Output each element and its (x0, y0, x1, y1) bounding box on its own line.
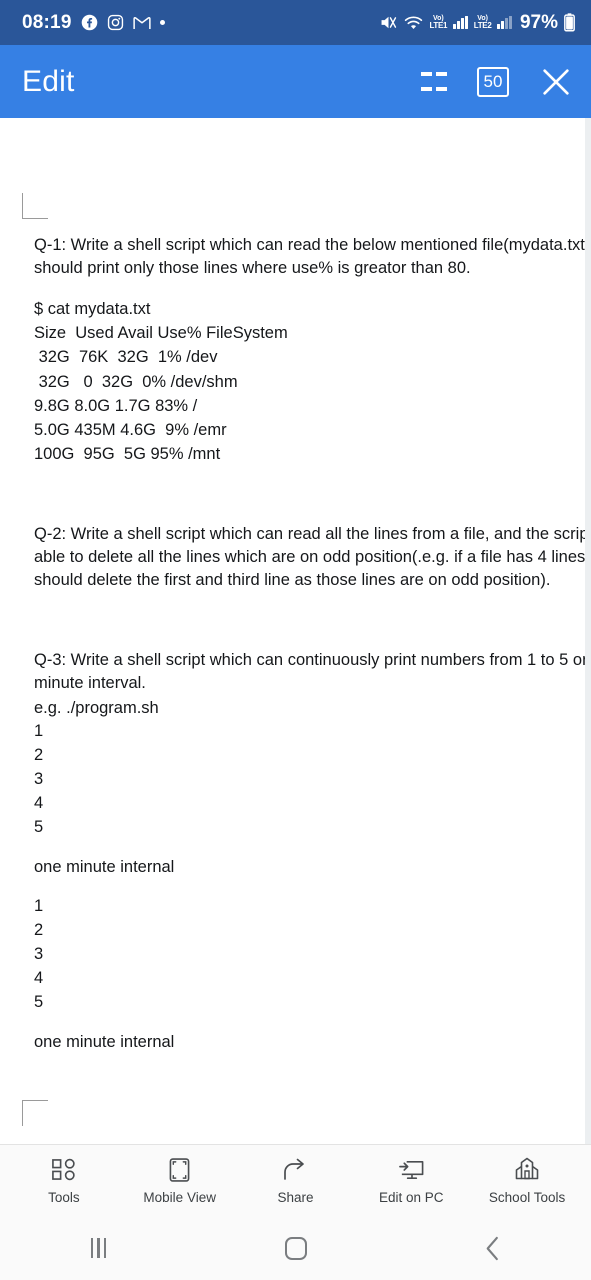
close-icon[interactable] (539, 65, 573, 99)
interval-note-second: one minute internal (34, 1032, 175, 1051)
question-1-text: Q-1: Write a shell script which can read… (34, 236, 585, 278)
grid-view-icon[interactable] (421, 69, 447, 95)
mobile-view-icon (169, 1157, 190, 1183)
shell-command: $ cat mydata.txt (34, 299, 151, 318)
app-bar: Edit 50 (0, 45, 591, 118)
list-item: 5 (34, 992, 44, 1011)
instagram-icon (107, 14, 124, 31)
edit-on-pc-icon (398, 1157, 425, 1183)
table-row: 5.0G 435M 4.6G 9% /emr (34, 421, 227, 440)
toolbar-item-share[interactable]: Share (238, 1157, 354, 1205)
sim1-volte-indicator: Vo) LTE1 (429, 15, 448, 30)
system-navigation-bar (0, 1216, 591, 1280)
document-page[interactable]: Q-1: Write a shell script which can read… (0, 118, 585, 1144)
toolbar-item-edit-on-pc[interactable]: Edit on PC (353, 1157, 469, 1205)
gmail-icon (132, 16, 151, 30)
dot-indicator (159, 20, 165, 25)
table-header-row: Size Used Avail Use% FileSystem (34, 324, 288, 343)
toolbar-label: Edit on PC (379, 1189, 444, 1205)
list-item: 5 (34, 817, 44, 836)
bottom-toolbar: Tools Mobile View Share Edit on PC Schoo… (0, 1144, 591, 1216)
list-item: 3 (34, 769, 44, 788)
toolbar-label: Mobile View (143, 1189, 216, 1205)
table-row: 32G 0 32G 0% /dev/shm (34, 372, 238, 391)
document-content[interactable]: Q-1: Write a shell script which can read… (34, 234, 585, 1054)
table-row: 9.8G 8.0G 1.7G 83% / (34, 396, 198, 415)
back-icon[interactable] (453, 1224, 533, 1272)
toolbar-label: Tools (48, 1189, 80, 1205)
interval-note-first: one minute internal (34, 857, 175, 876)
status-bar: 08:19 Vo) LTE1 Vo) LTE2 97% (0, 0, 591, 45)
share-icon (282, 1157, 308, 1183)
list-item: 2 (34, 745, 44, 764)
recents-icon[interactable] (59, 1224, 139, 1272)
toolbar-item-tools[interactable]: Tools (6, 1157, 122, 1205)
mute-icon (379, 14, 398, 31)
wifi-icon (404, 15, 423, 31)
battery-percent: 97% (519, 11, 558, 33)
sim2-volte-indicator: Vo) LTE2 (473, 15, 492, 30)
document-viewport[interactable]: Q-1: Write a shell script which can read… (0, 118, 591, 1144)
status-bar-right: Vo) LTE1 Vo) LTE2 97% (379, 12, 575, 34)
page-edge-strip (585, 118, 591, 1144)
toolbar-label: Share (277, 1189, 314, 1205)
status-time: 08:19 (22, 11, 72, 33)
home-icon[interactable] (256, 1224, 336, 1272)
question-2-text: Q-2: Write a shell script which can read… (34, 524, 585, 590)
list-item: 2 (34, 920, 44, 939)
facebook-icon (81, 14, 98, 31)
question-3-text: Q-3: Write a shell script which can cont… (34, 650, 585, 693)
list-item: 4 (34, 793, 44, 812)
status-bar-left: 08:19 (22, 12, 165, 34)
tools-grid-icon (51, 1157, 76, 1183)
table-row: 32G 76K 32G 1% /dev (34, 348, 218, 367)
list-item: 1 (34, 896, 44, 915)
phone-screen: 08:19 Vo) LTE1 Vo) LTE2 97% Edit 50 Q-1:… (0, 0, 591, 1280)
page-corner-mark-top-left (22, 193, 48, 219)
list-item: 1 (34, 721, 44, 740)
page-corner-mark-bottom-left (22, 1100, 48, 1126)
toolbar-item-school-tools[interactable]: School Tools (469, 1157, 585, 1205)
sim1-signal-bars (453, 16, 468, 29)
toolbar-item-mobile-view[interactable]: Mobile View (122, 1157, 238, 1205)
app-title: Edit (22, 64, 75, 98)
sim2-signal-bars (497, 16, 512, 29)
school-tools-icon (514, 1157, 540, 1183)
toolbar-label: School Tools (488, 1189, 566, 1205)
table-row: 100G 95G 5G 95% /mnt (34, 445, 221, 464)
number-list-first: 1 2 3 4 5 (34, 720, 585, 840)
number-list-second: 1 2 3 4 5 (34, 895, 585, 1015)
list-item: 3 (34, 944, 44, 963)
app-bar-actions: 50 (421, 65, 573, 99)
battery-icon (564, 13, 575, 32)
question-3-example: e.g. ./program.sh (34, 698, 159, 717)
list-item: 4 (34, 968, 44, 987)
page-count-button[interactable]: 50 (477, 66, 509, 97)
